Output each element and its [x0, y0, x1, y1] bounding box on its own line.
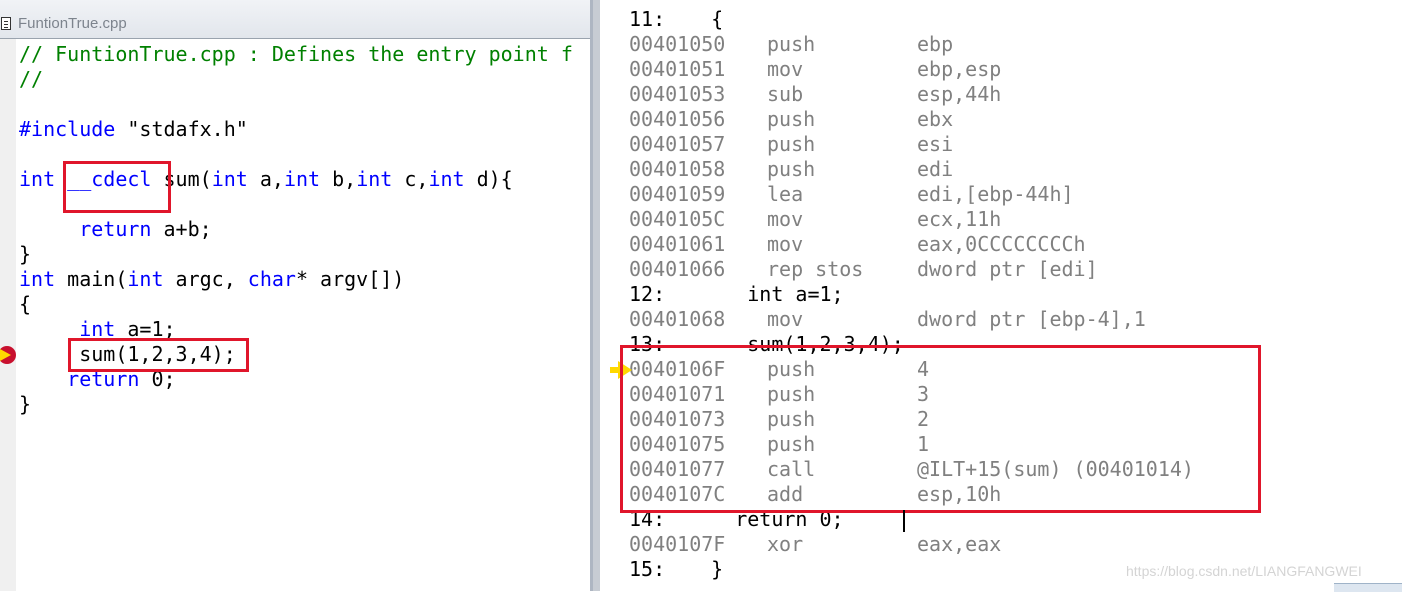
source-window-title: FuntionTrue.cpp [18, 15, 127, 32]
asm-address[interactable]: 0040105C [629, 207, 725, 232]
asm-address[interactable]: 00401051 [629, 57, 725, 82]
asm-mnemonic[interactable]: push [767, 32, 815, 57]
source-token: int [428, 167, 465, 191]
asm-mnemonic[interactable]: push [767, 132, 815, 157]
source-token: "stdafx.h" [115, 117, 248, 141]
source-token: int [283, 167, 321, 191]
source-token: return [79, 217, 152, 241]
asm-address[interactable]: 00401058 [629, 157, 725, 182]
source-line-number[interactable]: 11: [629, 7, 665, 32]
source-window-titlebar[interactable]: FuntionTrue.cpp [0, 0, 590, 39]
asm-mnemonic[interactable]: rep stos [767, 257, 863, 282]
source-token: argc, [163, 267, 248, 291]
source-token: #include [19, 117, 116, 141]
source-token: * argv[]) [295, 267, 405, 291]
source-line[interactable]: // [19, 67, 43, 92]
asm-address[interactable]: 00401061 [629, 232, 725, 257]
asm-operand[interactable]: esi [917, 132, 953, 157]
source-token: int [211, 167, 248, 191]
asm-mnemonic[interactable]: xor [767, 532, 803, 557]
source-line[interactable]: return a+b; [19, 217, 212, 242]
source-line-code[interactable]: } [675, 557, 723, 582]
source-line-code[interactable]: { [675, 7, 723, 32]
asm-address[interactable]: 00401050 [629, 32, 725, 57]
call-highlight-box [68, 338, 249, 372]
asm-mnemonic[interactable]: mov [767, 307, 803, 332]
source-token: // [19, 67, 44, 91]
asm-operand[interactable]: dword ptr [ebp-4],1 [917, 307, 1146, 332]
source-token [19, 367, 67, 391]
asm-operand[interactable]: ebp,esp [917, 57, 1001, 82]
asm-address[interactable]: 00401068 [629, 307, 725, 332]
cdecl-highlight-box [63, 161, 171, 213]
source-line[interactable]: } [19, 392, 31, 417]
asm-mnemonic[interactable]: push [767, 157, 815, 182]
source-token: c, [392, 167, 429, 191]
asm-mnemonic[interactable]: mov [767, 232, 803, 257]
source-token: a+b; [151, 217, 212, 241]
source-token: } [19, 392, 32, 416]
asm-address[interactable]: 00401056 [629, 107, 725, 132]
source-line-number[interactable]: 15: [629, 557, 665, 582]
source-line[interactable]: int main(int argc, char* argv[]) [19, 267, 404, 292]
asm-operand[interactable]: eax,0CCCCCCCCh [917, 232, 1086, 257]
asm-operand[interactable]: dword ptr [edi] [917, 257, 1098, 282]
source-token: char [247, 267, 296, 291]
source-line[interactable]: { [19, 292, 31, 317]
source-token: int [19, 167, 56, 191]
disassembly-window[interactable]: 11: {00401050 push ebp 00401051 mov ebp,esp 00… [593, 0, 1402, 591]
source-token [19, 217, 79, 241]
source-token: // FuntionTrue.cpp : Defines the entry p… [19, 42, 573, 66]
watermark: https://blog.csdn.net/LIANGFANGWEI [1126, 563, 1362, 579]
source-token: a, [247, 167, 284, 191]
asm-operand[interactable]: ecx,11h [917, 207, 1001, 232]
source-line-code[interactable]: int a=1; [675, 282, 843, 307]
asm-address[interactable]: 00401059 [629, 182, 725, 207]
source-gutter[interactable] [0, 39, 16, 591]
source-line-number[interactable]: 12: [629, 282, 665, 307]
asm-operand[interactable]: edi,[ebp-44h] [917, 182, 1074, 207]
asm-operand[interactable]: ebp [917, 32, 953, 57]
source-token: main( [55, 267, 128, 291]
asm-mnemonic[interactable]: push [767, 107, 815, 132]
asm-address[interactable]: 00401053 [629, 82, 725, 107]
source-line[interactable]: // FuntionTrue.cpp : Defines the entry p… [19, 42, 573, 67]
source-token: d){ [464, 167, 513, 191]
asm-mnemonic[interactable]: mov [767, 207, 803, 232]
push-call-highlight-box [620, 345, 1261, 513]
source-token: int [356, 167, 393, 191]
asm-operand[interactable]: eax,eax [917, 532, 1001, 557]
asm-operand[interactable]: edi [917, 157, 953, 182]
asm-address[interactable]: 00401057 [629, 132, 725, 157]
text-cursor [903, 510, 905, 532]
asm-operand[interactable]: esp,44h [917, 82, 1001, 107]
source-token: { [19, 292, 32, 316]
source-token: int [127, 267, 164, 291]
asm-operand[interactable]: ebx [917, 107, 953, 132]
source-token: b, [320, 167, 357, 191]
source-token: } [19, 242, 32, 266]
asm-address[interactable]: 0040107F [629, 532, 725, 557]
source-token: int [19, 267, 56, 291]
asm-mnemonic[interactable]: mov [767, 57, 803, 82]
asm-mnemonic[interactable]: sub [767, 82, 803, 107]
source-line[interactable]: } [19, 242, 31, 267]
source-line[interactable]: #include "stdafx.h" [19, 117, 248, 142]
document-icon [1, 17, 11, 30]
source-editor-window: FuntionTrue.cpp // FuntionTrue.cpp : Def… [0, 0, 593, 591]
asm-address[interactable]: 00401066 [629, 257, 725, 282]
asm-mnemonic[interactable]: lea [767, 182, 803, 207]
